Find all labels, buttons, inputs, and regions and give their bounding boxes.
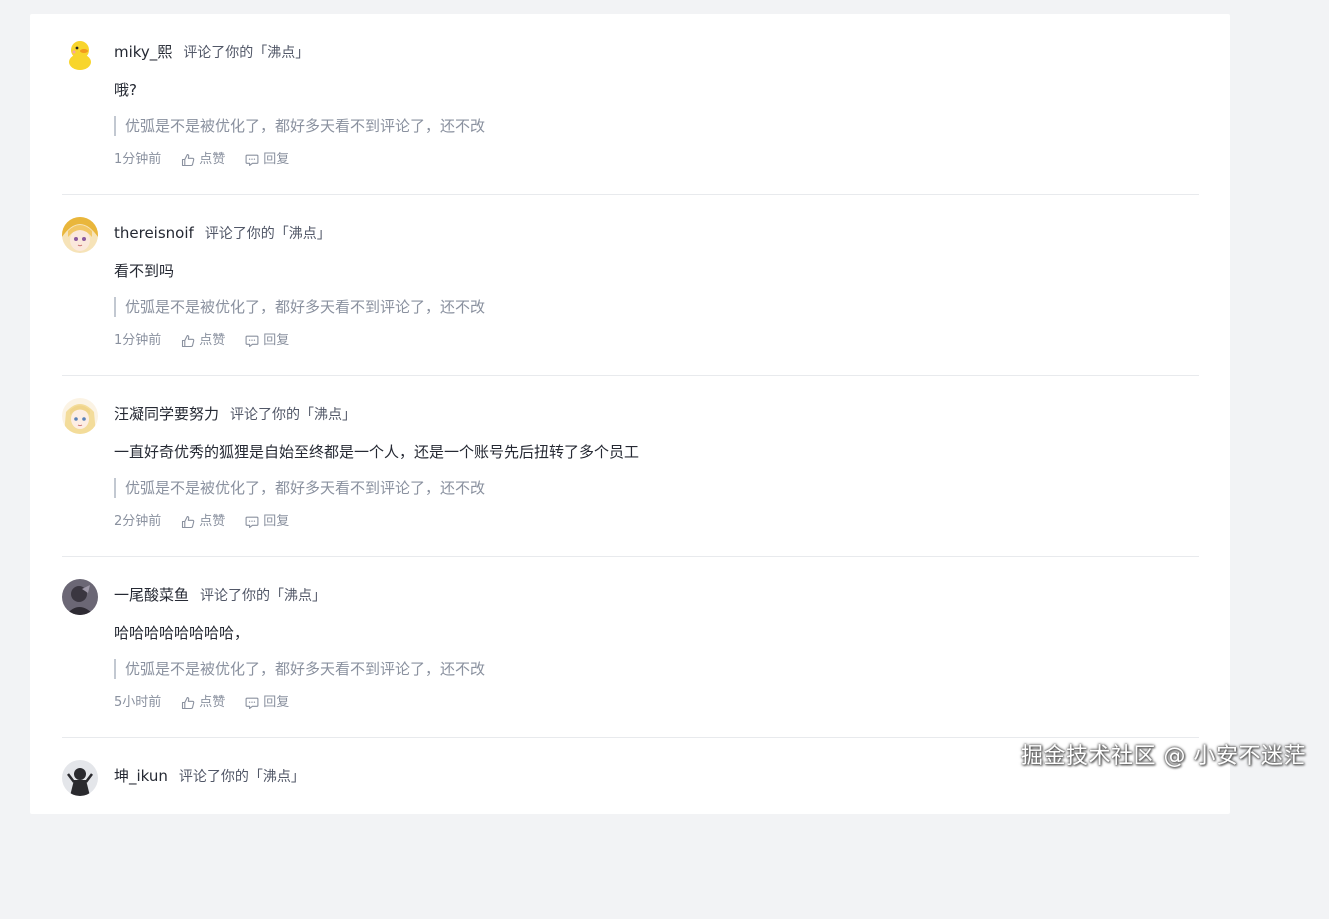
action-text: 评论了你的「沸点」 [230,407,357,423]
quoted-post[interactable]: 优弧是不是被优化了，都好多天看不到评论了，还不改 [114,116,485,136]
reply-button[interactable]: 回复 [245,513,289,531]
like-label: 点赞 [199,333,226,348]
reply-label: 回复 [263,333,290,348]
like-button[interactable]: 点赞 [181,151,225,169]
action-text: 评论了你的「沸点」 [200,588,327,604]
comment-meta: 1分钟前 点赞 回复 [114,332,289,350]
notification-header: 坤_ikun 评论了你的「沸点」 [114,766,305,787]
dark-photo-avatar-icon[interactable] [62,579,98,615]
username-link[interactable]: 坤_ikun [114,767,168,785]
like-button[interactable]: 点赞 [181,332,225,350]
timestamp: 1分钟前 [114,333,162,348]
reply-button[interactable]: 回复 [245,694,289,712]
yellow-duck-avatar-icon[interactable] [62,36,98,72]
reply-button[interactable]: 回复 [245,151,289,169]
comment-meta: 1分钟前 点赞 回复 [114,151,289,169]
comment-notification: thereisnoif 评论了你的「沸点」 看不到吗 优弧是不是被优化了，都好多天… [62,195,1199,376]
comment-notification: 汪凝同学要努力 评论了你的「沸点」 一直好奇优秀的狐狸是自始至终都是一个人，还是一… [62,376,1199,557]
quoted-post[interactable]: 优弧是不是被优化了，都好多天看不到评论了，还不改 [114,297,485,317]
comment-meta: 2分钟前 点赞 回复 [114,513,289,531]
username-link[interactable]: miky_熙 [114,43,172,61]
anime-girl-avatar-icon[interactable] [62,217,98,253]
blonde-anime-girl-avatar-icon[interactable] [62,398,98,434]
comment-content: 哦? [114,81,137,99]
like-button[interactable]: 点赞 [181,513,225,531]
timestamp: 2分钟前 [114,514,162,529]
username-link[interactable]: thereisnoif [114,224,194,242]
like-label: 点赞 [199,514,226,529]
notification-header: miky_熙 评论了你的「沸点」 [114,42,309,63]
like-label: 点赞 [199,152,226,167]
notification-header: thereisnoif 评论了你的「沸点」 [114,223,331,244]
quoted-post[interactable]: 优弧是不是被优化了，都好多天看不到评论了，还不改 [114,478,485,498]
action-text: 评论了你的「沸点」 [204,226,331,242]
reply-label: 回复 [263,695,290,710]
comment-icon [245,335,259,347]
thumbs-up-icon [182,335,195,348]
like-label: 点赞 [199,695,226,710]
reply-label: 回复 [263,152,290,167]
comment-icon [245,697,259,709]
quoted-post[interactable]: 优弧是不是被优化了，都好多天看不到评论了，还不改 [114,659,485,679]
like-button[interactable]: 点赞 [181,694,225,712]
comment-content: 看不到吗 [114,262,175,280]
action-text: 评论了你的「沸点」 [178,769,305,785]
comment-notification: 一尾酸菜鱼 评论了你的「沸点」 哈哈哈哈哈哈哈哈， 优弧是不是被优化了，都好多天看… [62,557,1199,738]
username-link[interactable]: 汪凝同学要努力 [114,405,219,423]
comment-content: 一直好奇优秀的狐狸是自始至终都是一个人，还是一个账号先后扭转了多个员工 [114,443,640,461]
thumbs-up-icon [182,516,195,529]
comment-content: 哈哈哈哈哈哈哈哈， [114,624,250,642]
timestamp: 1分钟前 [114,152,162,167]
comment-notification: miky_熙 评论了你的「沸点」 哦? 优弧是不是被优化了，都好多天看不到评论了，… [62,14,1199,195]
comment-icon [245,154,259,166]
reply-button[interactable]: 回复 [245,332,289,350]
action-text: 评论了你的「沸点」 [183,45,310,61]
notification-card: miky_熙 评论了你的「沸点」 哦? 优弧是不是被优化了，都好多天看不到评论了，… [30,14,1230,814]
watermark: 掘金技术社区 @ 小安不迷茫 [1021,744,1306,769]
comment-meta: 5小时前 点赞 回复 [114,694,289,712]
notification-header: 一尾酸菜鱼 评论了你的「沸点」 [114,585,326,606]
timestamp: 5小时前 [114,695,162,710]
thumbs-up-icon [182,154,195,167]
notification-header: 汪凝同学要努力 评论了你的「沸点」 [114,404,356,425]
comment-icon [245,516,259,528]
thumbs-up-icon [182,697,195,710]
ikun-avatar-icon[interactable] [62,760,98,796]
reply-label: 回复 [263,514,290,529]
username-link[interactable]: 一尾酸菜鱼 [114,586,189,604]
